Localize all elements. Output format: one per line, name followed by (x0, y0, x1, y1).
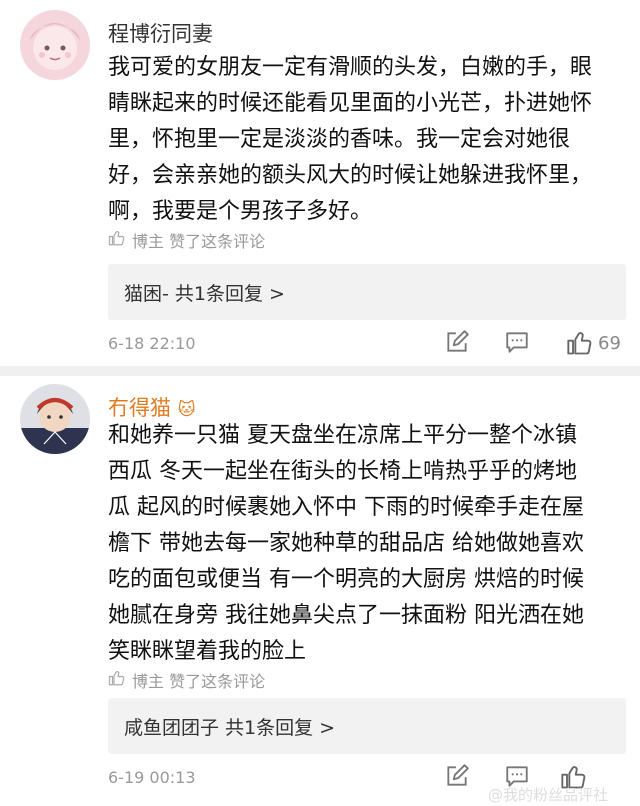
avatar[interactable] (20, 384, 90, 454)
thumb-up-icon (108, 669, 126, 691)
username[interactable]: 程博衍同妻 (108, 18, 213, 48)
text-line: 瓜 起风的时候裹她入怀中 下雨的时候牵手走在屋 (108, 495, 584, 520)
text-line: 笑眯眯望着我的脸上 (108, 639, 307, 664)
cat-badge-icon: 🐱 (177, 400, 196, 420)
text-line: 和她养一只猫 夏天盘坐在凉席上平分一整个冰镇 (108, 423, 577, 448)
text-line: 她腻在身旁 我往她鼻尖点了一抹面粉 阳光洒在她 (108, 603, 584, 628)
repost-icon[interactable] (444, 329, 470, 359)
comment-icon[interactable] (504, 329, 530, 359)
reply-summary[interactable]: 猫困- 共1条回复 > (108, 264, 626, 320)
comment-meta: 6-18 22:10 69 (108, 329, 626, 359)
timestamp: 6-19 00:13 (108, 768, 196, 787)
author-liked-text: 博主 赞了这条评论 (132, 672, 266, 691)
reply-summary-text[interactable]: 猫困- 共1条回复 > (124, 279, 285, 306)
comment-1: 程博衍同妻 我可爱的女朋友一定有滑顺的头发，白嫩的手，眼 睛眯起来的时候还能看见… (0, 0, 640, 372)
text-line: 里，怀抱里一定是淡淡的香味。我一定会对她很 (108, 127, 571, 152)
text-line: 睛眯起来的时候还能看见里面的小光芒，扑进她怀 (108, 91, 593, 116)
comment-text: 和她养一只猫 夏天盘坐在凉席上平分一整个冰镇 西瓜 冬天一起坐在街头的长椅上啃热… (108, 418, 620, 670)
reply-summary-text[interactable]: 咸鱼团团子 共1条回复 > (124, 713, 335, 740)
username-text[interactable]: 冇得猫 (108, 396, 171, 420)
watermark: @我的粉丝品评社 (488, 786, 609, 804)
comment-text: 我可爱的女朋友一定有滑顺的头发，白嫩的手，眼 睛眯起来的时候还能看见里面的小光芒… (108, 50, 620, 230)
reply-summary[interactable]: 咸鱼团团子 共1条回复 > (108, 698, 626, 754)
text-line: 啊，我要是个男孩子多好。 (108, 199, 373, 224)
text-line: 檐下 带她去每一家她种草的甜品店 给她做她喜欢 (108, 531, 584, 556)
author-liked-text: 博主 赞了这条评论 (132, 232, 266, 251)
repost-icon[interactable] (444, 763, 470, 793)
text-line: 西瓜 冬天一起坐在街头的长椅上啃热乎乎的烤地 (108, 459, 577, 484)
like-icon[interactable] (566, 329, 594, 361)
comment-divider (0, 366, 640, 376)
thumb-up-icon (108, 229, 126, 251)
timestamp: 6-18 22:10 (108, 334, 196, 353)
text-line: 好，会亲亲她的额头风大的时候让她躲进我怀里， (108, 163, 593, 188)
comment-2: 冇得猫 🐱 和她养一只猫 夏天盘坐在凉席上平分一整个冰镇 西瓜 冬天一起坐在街头… (0, 376, 640, 806)
text-line: 吃的面包或便当 有一个明亮的大厨房 烘焙的时候 (108, 567, 584, 592)
avatar[interactable] (20, 10, 90, 80)
text-line: 我可爱的女朋友一定有滑顺的头发，白嫩的手，眼 (108, 55, 593, 80)
author-liked-note: 博主 赞了这条评论 (108, 228, 265, 252)
author-liked-note: 博主 赞了这条评论 (108, 668, 265, 692)
like-count: 69 (598, 333, 621, 354)
